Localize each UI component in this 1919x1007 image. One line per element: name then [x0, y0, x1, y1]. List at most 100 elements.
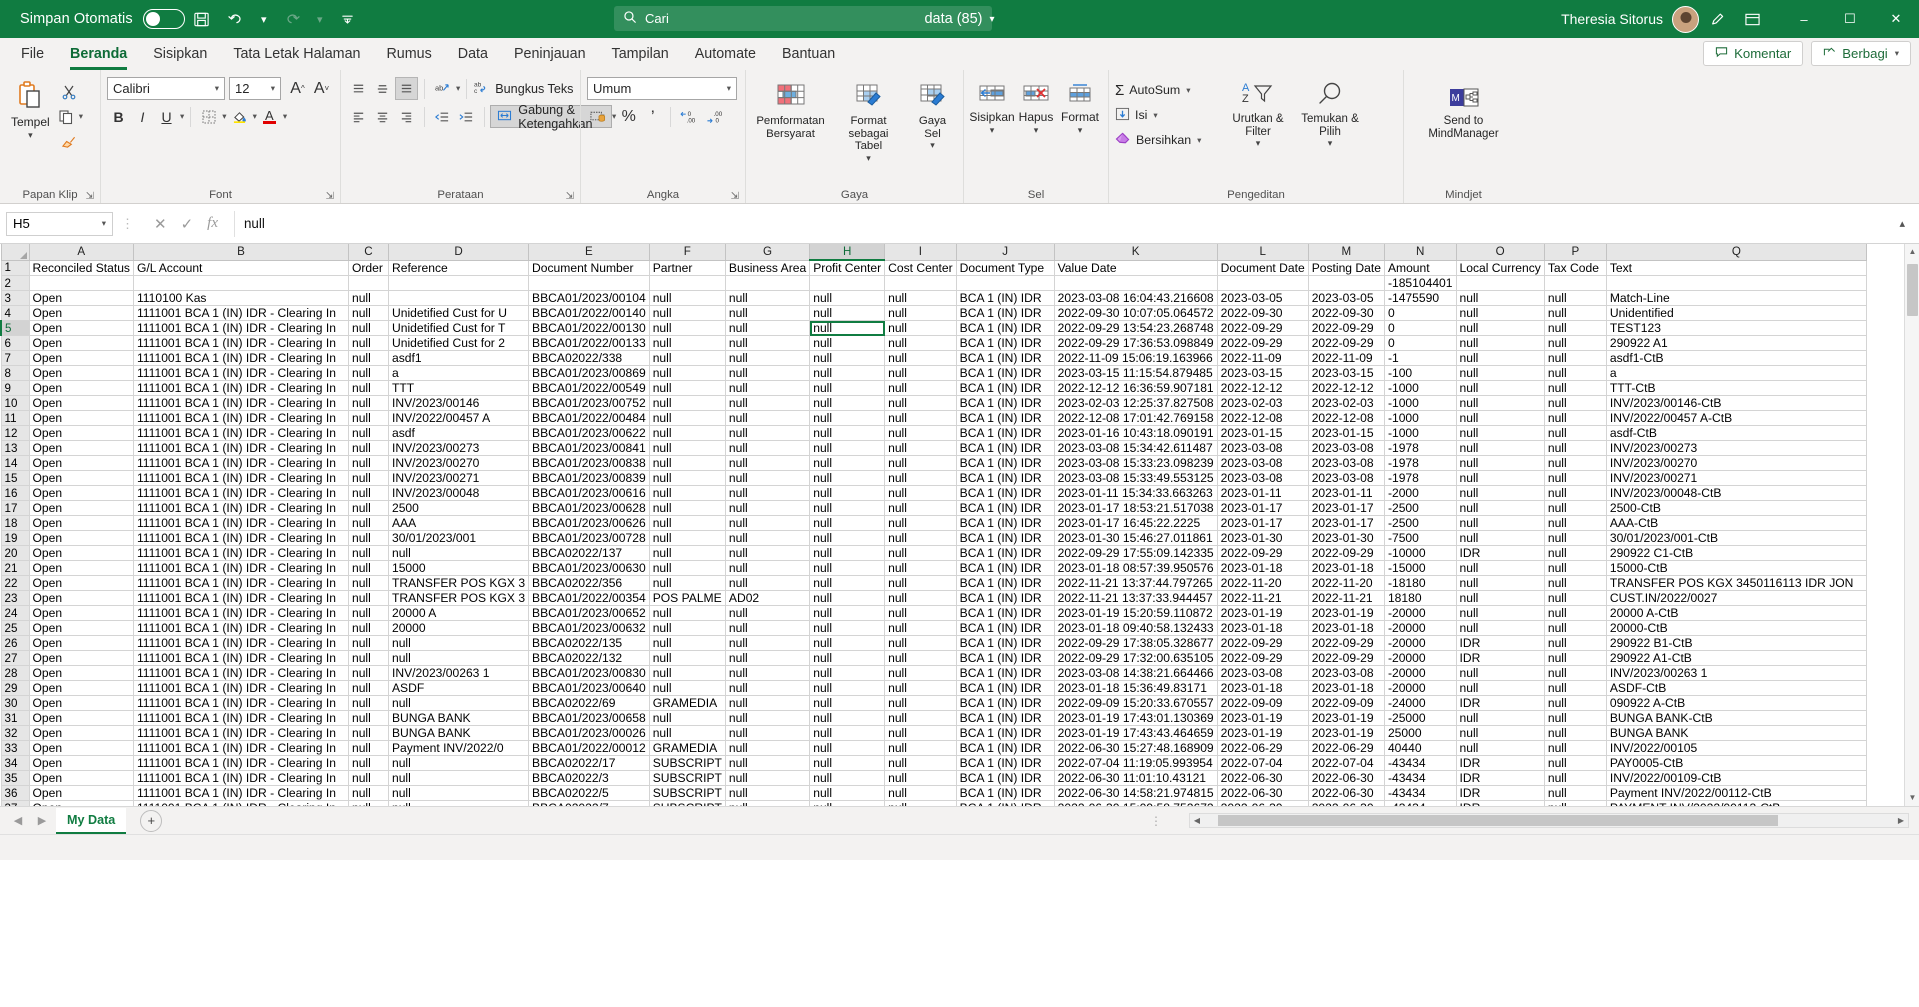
grid-cell[interactable]: null: [347, 440, 389, 456]
tab-peninjauan[interactable]: Peninjauan: [501, 38, 599, 70]
grid-cell[interactable]: null: [1543, 665, 1607, 681]
grid-cell[interactable]: 2023-03-05: [1216, 290, 1309, 306]
name-box[interactable]: H5 ▾: [6, 211, 113, 236]
grid-cell[interactable]: -1978: [1383, 440, 1457, 456]
grid-cell[interactable]: 2022-09-30: [1307, 305, 1385, 321]
grid-cell[interactable]: null: [648, 620, 726, 636]
grid-cell[interactable]: BCA 1 (IN) IDR: [955, 350, 1055, 366]
grid-cell[interactable]: INV/2022/00457 A-CtB: [1605, 410, 1867, 426]
grid-cell[interactable]: null: [1455, 290, 1545, 306]
grid-cell[interactable]: 2023-01-17: [1307, 500, 1385, 516]
insert-cells-caret-icon[interactable]: ▾: [990, 125, 995, 135]
grid-cell[interactable]: null: [724, 725, 811, 741]
grid-cell[interactable]: Unidetified Cust for T: [387, 320, 530, 336]
grid-cell[interactable]: TRANSFER POS KGX 3: [387, 590, 530, 606]
grid-cell[interactable]: Open: [28, 395, 134, 411]
grid-cell[interactable]: BBCA01/2022/00484: [528, 410, 650, 426]
grid-cell[interactable]: null: [884, 695, 957, 711]
grid-cell[interactable]: null: [1543, 500, 1607, 516]
header-cell[interactable]: G/L Account: [132, 259, 349, 276]
header-cell[interactable]: Posting Date: [1307, 259, 1385, 276]
row-header-25[interactable]: 25: [0, 620, 30, 636]
grid-cell[interactable]: BBCA01/2023/00752: [528, 395, 650, 411]
row-header-22[interactable]: 22: [0, 575, 30, 591]
grid-cell[interactable]: 1111001 BCA 1 (IN) IDR - Clearing In: [132, 515, 349, 531]
row-header-20[interactable]: 20: [0, 545, 30, 561]
grid-cell[interactable]: null: [347, 380, 389, 396]
grid-cell[interactable]: null: [387, 695, 530, 711]
font-size-caret-icon[interactable]: ▾: [271, 83, 275, 94]
grid-cell[interactable]: null: [1543, 290, 1607, 306]
grid-cell[interactable]: null: [1543, 710, 1607, 726]
grid-cell[interactable]: null: [724, 380, 811, 396]
grid-cell[interactable]: 1111001 BCA 1 (IN) IDR - Clearing In: [132, 305, 349, 321]
grid-cell[interactable]: BBCA02022/137: [528, 545, 650, 561]
grid-cell[interactable]: BCA 1 (IN) IDR: [955, 530, 1055, 546]
text-orientation-caret-icon[interactable]: ▾: [456, 83, 460, 94]
fill-color-icon[interactable]: [228, 105, 251, 128]
row-header-36[interactable]: 36: [0, 785, 30, 801]
grid-cell[interactable]: null: [347, 515, 389, 531]
grid-cell[interactable]: BBCA01/2023/00830: [528, 665, 650, 681]
grid-cell[interactable]: null: [648, 470, 726, 486]
grid-cell[interactable]: 30/01/2023/001: [387, 530, 530, 546]
empty-cell[interactable]: [528, 275, 650, 291]
grid-cell[interactable]: null: [387, 545, 530, 561]
grid-cell[interactable]: 2500: [387, 500, 530, 516]
row-header-14[interactable]: 14: [0, 455, 30, 471]
empty-cell[interactable]: [1605, 275, 1867, 291]
grid-cell[interactable]: -1: [1383, 350, 1457, 366]
column-header-G[interactable]: G: [724, 244, 811, 261]
grid-cell[interactable]: null: [1543, 320, 1607, 336]
grid-cell[interactable]: BBCA01/2023/00658: [528, 710, 650, 726]
grid-cell[interactable]: null: [648, 410, 726, 426]
grid-cell[interactable]: null: [1455, 395, 1545, 411]
grid-cell[interactable]: Open: [28, 755, 134, 771]
find-select-caret-icon[interactable]: ▾: [1328, 138, 1333, 148]
grid-cell[interactable]: Unidetified Cust for U: [387, 305, 530, 321]
paste-button[interactable]: Tempel ▾: [6, 77, 55, 142]
grid-cell[interactable]: 290922 C1-CtB: [1605, 545, 1867, 561]
grid-cell[interactable]: 2023-01-11 15:34:33.663263: [1053, 485, 1218, 501]
grid-cell[interactable]: Open: [28, 470, 134, 486]
grid-cell[interactable]: Open: [28, 650, 134, 666]
minimize-button[interactable]: –: [1781, 0, 1827, 38]
grid-cell[interactable]: Unidentified: [1605, 305, 1867, 321]
grid-cell[interactable]: null: [884, 530, 957, 546]
format-as-table-caret-icon[interactable]: ▾: [866, 153, 871, 163]
number-format-select[interactable]: Umum ▾: [587, 77, 737, 100]
grid-cell[interactable]: BBCA01/2023/00026: [528, 725, 650, 741]
column-header-H[interactable]: H: [809, 244, 886, 261]
grid-cell[interactable]: null: [347, 560, 389, 576]
grid-cell[interactable]: null: [724, 500, 811, 516]
grid-cell[interactable]: null: [724, 545, 811, 561]
row-header-7[interactable]: 7: [0, 350, 30, 366]
grid-cell[interactable]: -100: [1383, 365, 1457, 381]
grid-cell[interactable]: 2023-01-18: [1307, 680, 1385, 696]
grid-cell[interactable]: null: [724, 395, 811, 411]
grid-cell[interactable]: 2022-09-09: [1216, 695, 1309, 711]
grid-cell[interactable]: null: [884, 560, 957, 576]
expand-formula-bar-icon[interactable]: ▴: [1891, 217, 1913, 230]
grid-cell[interactable]: null: [1543, 545, 1607, 561]
grid-cell[interactable]: -24000: [1383, 695, 1457, 711]
grid-cell[interactable]: null: [347, 620, 389, 636]
grid-cell[interactable]: 1111001 BCA 1 (IN) IDR - Clearing In: [132, 425, 349, 441]
grid-cell[interactable]: Payment INV/2022/0: [387, 740, 530, 756]
row-header-27[interactable]: 27: [0, 650, 30, 666]
grid-cell[interactable]: null: [724, 365, 811, 381]
column-header-C[interactable]: C: [347, 244, 389, 261]
grid-cell[interactable]: null: [809, 365, 886, 381]
align-center-icon[interactable]: [371, 105, 394, 128]
grid-cell[interactable]: null: [347, 605, 389, 621]
grid-cell[interactable]: 2023-01-18: [1216, 560, 1309, 576]
grid-cell[interactable]: 2022-11-09: [1216, 350, 1309, 366]
grid-cell[interactable]: null: [724, 785, 811, 801]
grid-cell[interactable]: null: [648, 605, 726, 621]
grid-cell[interactable]: 1111001 BCA 1 (IN) IDR - Clearing In: [132, 635, 349, 651]
row-header-6[interactable]: 6: [0, 335, 30, 351]
grid-cell[interactable]: null: [648, 350, 726, 366]
grid-cell[interactable]: BBCA01/2022/00549: [528, 380, 650, 396]
grid-cell[interactable]: null: [648, 455, 726, 471]
grid-cell[interactable]: null: [809, 560, 886, 576]
